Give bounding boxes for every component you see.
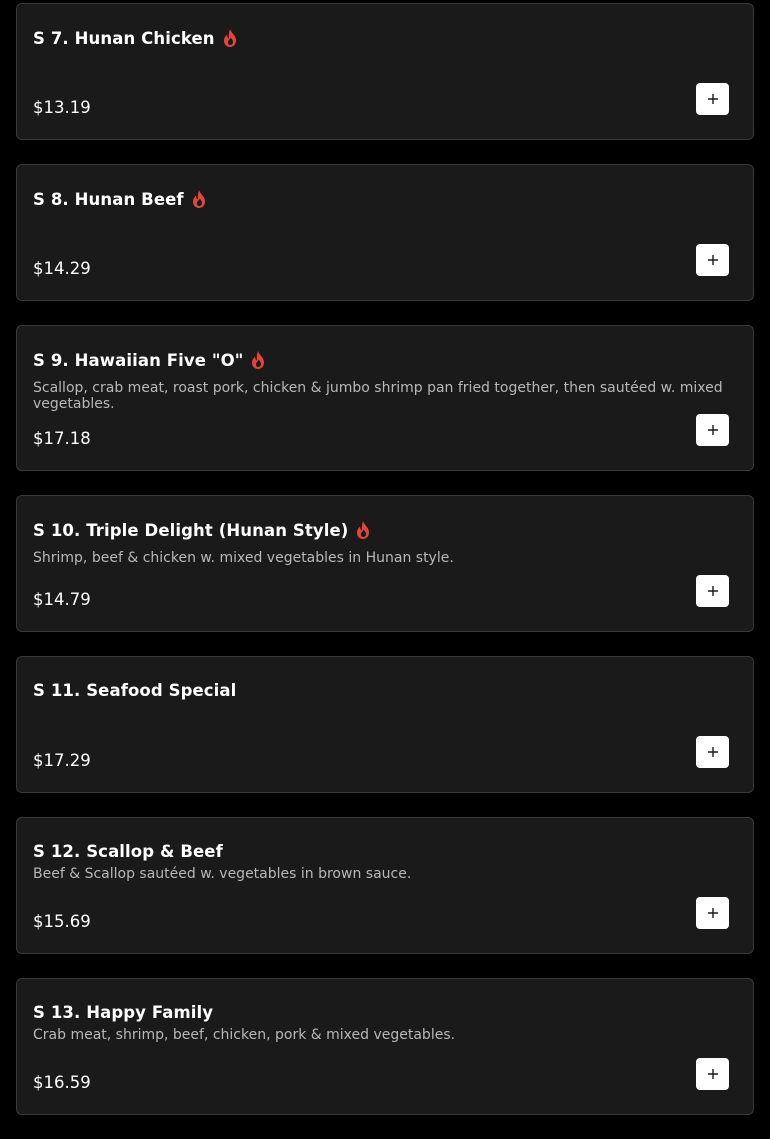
- plus-icon: [707, 94, 718, 104]
- menu-item-card[interactable]: S 7. Hunan Chicken $13.19: [16, 3, 754, 140]
- add-to-cart-button[interactable]: [696, 575, 729, 607]
- menu-item-list: S 7. Hunan Chicken $13.19 S 8. Hunan Bee…: [16, 3, 754, 1139]
- menu-item-name: S 10. Triple Delight (Hunan Style): [33, 520, 349, 540]
- add-to-cart-button[interactable]: [696, 244, 729, 276]
- spicy-flame-icon: [357, 521, 370, 539]
- menu-item-description: Shrimp, beef & chicken w. mixed vegetabl…: [33, 550, 454, 566]
- menu-item-card[interactable]: S 9. Hawaiian Five "O" Scallop, crab mea…: [16, 325, 754, 471]
- menu-item-title-row: S 12. Scallop & Beef: [33, 842, 223, 861]
- menu-item-title-row: S 9. Hawaiian Five "O": [33, 350, 267, 370]
- menu-item-description: Crab meat, shrimp, beef, chicken, pork &…: [33, 1027, 456, 1043]
- menu-item-price: $14.29: [33, 259, 91, 278]
- menu-item-title-row: S 7. Hunan Chicken: [33, 28, 239, 48]
- menu-item-price: $17.18: [33, 429, 91, 448]
- spicy-flame-icon: [192, 190, 205, 208]
- menu-item-description: Scallop, crab meat, roast pork, chicken …: [33, 380, 723, 412]
- add-to-cart-button[interactable]: [696, 414, 729, 446]
- menu-item-price: $14.79: [33, 590, 91, 609]
- plus-icon: [707, 747, 718, 757]
- plus-icon: [707, 1069, 718, 1079]
- menu-item-title-row: S 10. Triple Delight (Hunan Style): [33, 520, 372, 540]
- add-to-cart-button[interactable]: [696, 897, 729, 929]
- menu-item-card[interactable]: S 13. Happy Family Crab meat, shrimp, be…: [16, 978, 754, 1115]
- spicy-flame-icon: [223, 29, 236, 47]
- menu-item-card[interactable]: S 10. Triple Delight (Hunan Style) Shrim…: [16, 495, 754, 632]
- plus-icon: [707, 425, 718, 435]
- menu-item-price: $17.29: [33, 751, 91, 770]
- add-to-cart-button[interactable]: [696, 1058, 729, 1090]
- menu-item-description: Beef & Scallop sautéed w. vegetables in …: [33, 866, 412, 882]
- menu-item-price: $13.19: [33, 98, 91, 117]
- menu-item-name: S 9. Hawaiian Five "O": [33, 350, 244, 370]
- menu-item-name: S 7. Hunan Chicken: [33, 28, 215, 48]
- menu-item-title-row: S 11. Seafood Special: [33, 681, 236, 700]
- menu-item-card[interactable]: S 11. Seafood Special $17.29: [16, 656, 754, 793]
- menu-item-name: S 13. Happy Family: [33, 1003, 214, 1022]
- menu-item-title-row: S 13. Happy Family: [33, 1003, 213, 1022]
- spicy-flame-icon: [252, 351, 265, 369]
- add-to-cart-button[interactable]: [696, 736, 729, 768]
- menu-item-title-row: S 8. Hunan Beef: [33, 189, 208, 209]
- plus-icon: [707, 908, 718, 918]
- plus-icon: [707, 255, 718, 265]
- plus-icon: [707, 586, 718, 596]
- menu-item-card[interactable]: S 8. Hunan Beef $14.29: [16, 164, 754, 301]
- menu-item-name: S 8. Hunan Beef: [33, 189, 184, 209]
- menu-item-price: $15.69: [33, 912, 91, 931]
- menu-item-name: S 12. Scallop & Beef: [33, 842, 223, 861]
- menu-item-name: S 11. Seafood Special: [33, 681, 237, 700]
- add-to-cart-button[interactable]: [696, 83, 729, 115]
- menu-item-price: $16.59: [33, 1073, 91, 1092]
- menu-item-card[interactable]: S 12. Scallop & Beef Beef & Scallop saut…: [16, 817, 754, 954]
